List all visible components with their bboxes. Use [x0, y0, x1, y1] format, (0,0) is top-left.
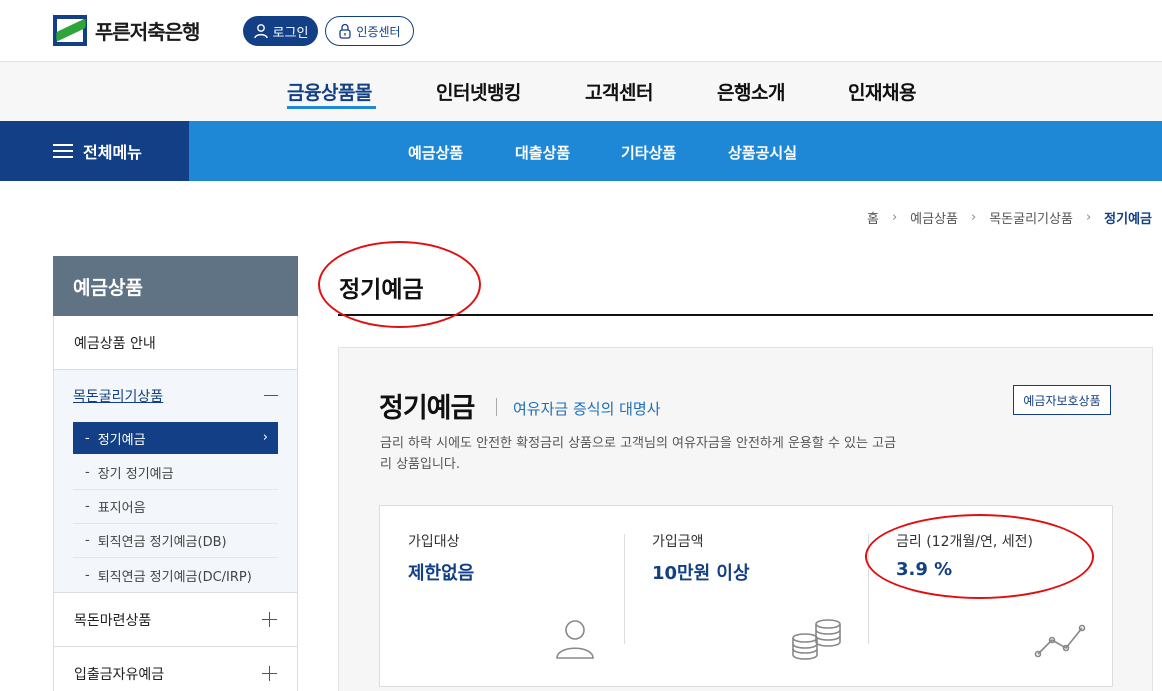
login-button[interactable]: 로그인	[243, 16, 318, 46]
subnav-loan[interactable]: 대출상품	[515, 142, 570, 163]
breadcrumb-current: 정기예금	[1104, 212, 1152, 227]
side-nav-sub-long-term[interactable]: - 장기 정기예금	[73, 456, 278, 490]
breadcrumb-chevron-icon: ›	[971, 210, 977, 225]
annotation-circle	[865, 514, 1094, 599]
subnav-other[interactable]: 기타상품	[621, 142, 676, 163]
side-nav: 예금상품 예금상품 안내 목돈굴리기상품 - 정기예금 › - 장기 정기예금 …	[53, 256, 298, 691]
info-value: 10만원 이상	[652, 563, 750, 584]
subnav-disclosure[interactable]: 상품공시실	[728, 142, 797, 163]
annotation-circle	[318, 241, 481, 328]
side-nav-sub-label: 표지어음	[97, 501, 146, 516]
side-nav-group-label: 목돈굴리기상품	[73, 389, 164, 405]
collapse-minus-icon[interactable]	[264, 395, 278, 396]
product-description: 금리 하락 시에도 안전한 확정금리 상품으로 고객님의 여유자금을 안전하게 …	[380, 436, 897, 472]
sub-nav: 전체메뉴 예금상품 대출상품 기타상품 상품공시실	[0, 121, 1162, 181]
cert-center-button[interactable]: 인증센터	[325, 16, 414, 46]
side-nav-title: 예금상품	[53, 256, 298, 316]
line-chart-icon	[1034, 624, 1086, 658]
expand-plus-icon[interactable]	[262, 612, 277, 627]
nav-about-bank[interactable]: 은행소개	[717, 78, 785, 105]
all-menu-label: 전체메뉴	[83, 143, 142, 162]
product-subtitle: 여유자금 증식의 대명사	[513, 400, 661, 418]
dash-icon: -	[85, 533, 90, 548]
side-nav-sub-label: 퇴직연금 정기예금(DC/IRP)	[97, 569, 252, 585]
login-label: 로그인	[272, 25, 309, 41]
side-nav-item-label: 목돈마련상품	[74, 612, 152, 629]
top-bar: 푸른저축은행 로그인 인증센터	[0, 0, 1162, 62]
column-divider	[624, 534, 625, 644]
side-nav-sub-label: 퇴직연금 정기예금(DB)	[97, 535, 227, 550]
info-label: 가입금액	[652, 534, 704, 550]
logo[interactable]: 푸른저축은행	[53, 15, 200, 46]
side-nav-group-lump-sum: 목돈굴리기상품 - 정기예금 › - 장기 정기예금 - 표지어음 - 퇴직연금…	[53, 370, 298, 593]
person-icon	[556, 620, 594, 659]
nav-active-underline	[287, 106, 376, 109]
breadcrumb-chevron-icon: ›	[891, 210, 898, 225]
side-nav-group-title[interactable]: 목돈굴리기상품	[73, 370, 278, 422]
logo-text: 푸른저축은행	[95, 20, 200, 44]
title-separator	[496, 398, 497, 416]
side-nav-sub-pension-dc[interactable]: - 퇴직연금 정기예금(DC/IRP)	[73, 558, 278, 592]
breadcrumb-deposit[interactable]: 예금상품	[910, 208, 958, 227]
nav-customer-center[interactable]: 고객센터	[585, 78, 653, 105]
logo-mark-icon	[53, 15, 87, 46]
cert-label: 인증센터	[356, 24, 401, 39]
side-nav-demand-deposit[interactable]: 입출금자유예금	[53, 647, 298, 691]
side-nav-sub-fixed-deposit[interactable]: - 정기예금 ›	[73, 422, 278, 454]
user-icon	[253, 24, 268, 39]
dash-icon: -	[85, 465, 90, 480]
side-nav-deposit-guide[interactable]: 예금상품 안내	[53, 316, 298, 370]
side-nav-item-label: 입출금자유예금	[74, 666, 165, 683]
lock-icon	[339, 23, 352, 39]
side-nav-sub-pension-db[interactable]: - 퇴직연금 정기예금(DB)	[73, 524, 278, 558]
dash-icon: -	[85, 499, 90, 514]
breadcrumb-home[interactable]: 홈	[867, 208, 879, 227]
nav-internet-banking[interactable]: 인터넷뱅킹	[436, 78, 521, 105]
side-nav-savings[interactable]: 목돈마련상품	[53, 593, 298, 647]
deposit-protection-badge[interactable]: 예금자보호상품	[1013, 385, 1111, 415]
title-divider	[338, 314, 1153, 316]
product-title: 정기예금	[379, 393, 475, 424]
side-nav-item-label: 예금상품 안내	[74, 335, 156, 352]
info-label: 가입대상	[408, 534, 460, 550]
chevron-right-icon: ›	[262, 430, 268, 445]
expand-plus-icon[interactable]	[262, 666, 277, 681]
info-amount: 가입금액 10만원 이상	[624, 506, 868, 688]
side-nav-sub-label: 장기 정기예금	[97, 467, 174, 482]
subnav-deposit[interactable]: 예금상품	[408, 142, 463, 163]
side-nav-sub-bill[interactable]: - 표지어음	[73, 490, 278, 524]
hamburger-icon	[53, 144, 73, 158]
breadcrumb: 홈 › 예금상품 › 목돈굴리기상품 › 정기예금	[867, 208, 1152, 227]
dash-icon: -	[85, 430, 90, 446]
all-menu-button[interactable]: 전체메뉴	[0, 121, 189, 181]
breadcrumb-lump-sum[interactable]: 목돈굴리기상품	[989, 208, 1073, 227]
info-value: 제한없음	[408, 563, 475, 584]
side-nav-sub-label: 정기예금	[97, 432, 146, 448]
main-nav: 금융상품몰 인터넷뱅킹 고객센터 은행소개 인재채용	[0, 62, 1162, 121]
coins-icon	[792, 619, 841, 660]
nav-financial-products[interactable]: 금융상품몰	[287, 78, 372, 105]
info-eligibility: 가입대상 제한없음	[380, 506, 624, 688]
breadcrumb-chevron-icon: ›	[1085, 210, 1092, 225]
dash-icon: -	[85, 567, 90, 583]
nav-recruit[interactable]: 인재채용	[848, 78, 916, 105]
